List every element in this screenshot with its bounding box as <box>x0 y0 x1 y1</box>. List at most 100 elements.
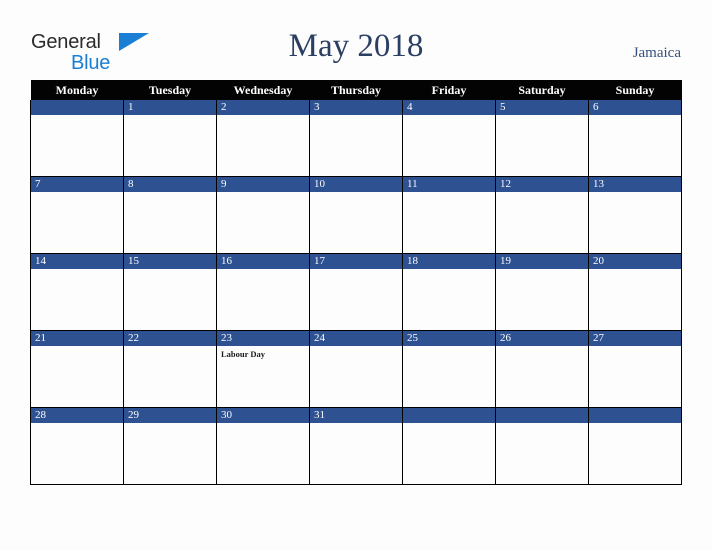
calendar-day-cell[interactable]: 17 <box>309 253 403 331</box>
day-number: 10 <box>310 177 402 192</box>
day-cell-inner: 29 <box>124 408 216 484</box>
weekday-header-thursday: Thursday <box>309 80 403 100</box>
day-cell-body <box>310 269 402 272</box>
day-cell-inner: 2 <box>217 100 309 176</box>
day-cell-inner: 12 <box>496 177 588 253</box>
calendar-day-cell[interactable]: 20 <box>588 253 682 331</box>
day-cell-body <box>31 115 123 118</box>
day-cell-inner: 22 <box>124 331 216 407</box>
day-number: 27 <box>589 331 681 346</box>
day-number: 13 <box>589 177 681 192</box>
holiday-label: Labour Day <box>221 349 266 359</box>
calendar-day-cell[interactable]: 28 <box>30 407 124 485</box>
day-number: 17 <box>310 254 402 269</box>
day-cell-body <box>124 423 216 426</box>
day-cell-body <box>124 115 216 118</box>
day-cell-body <box>217 423 309 426</box>
day-cell-body <box>589 346 681 349</box>
day-cell-body <box>403 423 495 426</box>
day-cell-inner: 25 <box>403 331 495 407</box>
calendar-header-row: Monday Tuesday Wednesday Thursday Friday… <box>30 80 682 100</box>
page-header: General Blue May 2018 Jamaica <box>0 0 712 78</box>
calendar-day-cell[interactable]: 8 <box>123 176 217 254</box>
day-cell-body <box>403 192 495 195</box>
calendar-day-cell[interactable]: 12 <box>495 176 589 254</box>
calendar-day-cell[interactable]: 11 <box>402 176 496 254</box>
calendar-day-cell[interactable]: 14 <box>30 253 124 331</box>
day-cell-inner: 30 <box>217 408 309 484</box>
day-cell-inner <box>589 408 681 484</box>
calendar-day-cell[interactable]: 5 <box>495 100 589 177</box>
day-number: 15 <box>124 254 216 269</box>
calendar-day-cell[interactable]: 19 <box>495 253 589 331</box>
day-cell-body <box>31 423 123 426</box>
day-number <box>31 100 123 115</box>
day-cell-body <box>589 269 681 272</box>
day-cell-body <box>589 115 681 118</box>
day-cell-body: Labour Day <box>217 346 309 360</box>
calendar-day-cell[interactable]: 16 <box>216 253 310 331</box>
day-cell-inner: 15 <box>124 254 216 330</box>
day-cell-inner <box>496 408 588 484</box>
day-number: 26 <box>496 331 588 346</box>
weekday-header-tuesday: Tuesday <box>123 80 217 100</box>
calendar-day-cell[interactable] <box>495 407 589 485</box>
calendar-day-cell[interactable]: 1 <box>123 100 217 177</box>
calendar-day-cell[interactable]: 3 <box>309 100 403 177</box>
calendar-day-cell[interactable]: 31 <box>309 407 403 485</box>
day-number: 6 <box>589 100 681 115</box>
calendar-day-cell[interactable]: 27 <box>588 330 682 408</box>
day-number: 16 <box>217 254 309 269</box>
calendar-day-cell[interactable]: 4 <box>402 100 496 177</box>
calendar-day-cell[interactable] <box>402 407 496 485</box>
calendar-day-cell[interactable]: 18 <box>402 253 496 331</box>
day-cell-inner: 17 <box>310 254 402 330</box>
calendar-day-cell[interactable]: 15 <box>123 253 217 331</box>
day-number: 28 <box>31 408 123 423</box>
calendar-day-cell[interactable]: 9 <box>216 176 310 254</box>
day-cell-inner: 11 <box>403 177 495 253</box>
calendar-week-row: 7 8 9 10 11 12 13 <box>30 176 682 254</box>
calendar-week-row: 123456 <box>30 100 682 177</box>
day-cell-inner: 20 <box>589 254 681 330</box>
day-number: 18 <box>403 254 495 269</box>
calendar-day-cell[interactable] <box>30 100 124 177</box>
calendar-day-cell[interactable]: 7 <box>30 176 124 254</box>
weekday-header-wednesday: Wednesday <box>216 80 310 100</box>
day-cell-body <box>310 423 402 426</box>
calendar-day-cell[interactable]: 22 <box>123 330 217 408</box>
calendar-day-cell[interactable]: 21 <box>30 330 124 408</box>
weekday-header-monday: Monday <box>30 80 124 100</box>
calendar-week-row: 28 29 30 31 <box>30 407 682 485</box>
day-number: 4 <box>403 100 495 115</box>
calendar-day-cell[interactable]: 2 <box>216 100 310 177</box>
day-cell-inner: 19 <box>496 254 588 330</box>
calendar-week-row: 21 22 23 Labour Day 24 25 26 27 <box>30 330 682 408</box>
day-cell-inner: 13 <box>589 177 681 253</box>
calendar-day-cell[interactable]: 10 <box>309 176 403 254</box>
day-number: 29 <box>124 408 216 423</box>
day-cell-body <box>496 115 588 118</box>
day-number: 8 <box>124 177 216 192</box>
day-number <box>496 408 588 423</box>
calendar-day-cell[interactable] <box>588 407 682 485</box>
day-cell-body <box>496 346 588 349</box>
day-cell-inner: 4 <box>403 100 495 176</box>
day-cell-body <box>496 192 588 195</box>
calendar-day-cell[interactable]: 6 <box>588 100 682 177</box>
calendar-day-cell[interactable]: 26 <box>495 330 589 408</box>
day-cell-body <box>217 269 309 272</box>
calendar-day-cell[interactable]: 24 <box>309 330 403 408</box>
day-number: 11 <box>403 177 495 192</box>
calendar-day-cell[interactable]: 30 <box>216 407 310 485</box>
day-cell-inner: 24 <box>310 331 402 407</box>
calendar-day-cell[interactable]: 25 <box>402 330 496 408</box>
day-cell-inner: 28 <box>31 408 123 484</box>
day-cell-inner: 21 <box>31 331 123 407</box>
calendar-day-cell[interactable]: 13 <box>588 176 682 254</box>
calendar-day-cell[interactable]: 29 <box>123 407 217 485</box>
day-cell-inner: 14 <box>31 254 123 330</box>
day-cell-inner: 9 <box>217 177 309 253</box>
calendar-day-cell[interactable]: 23 Labour Day <box>216 330 310 408</box>
day-number: 9 <box>217 177 309 192</box>
